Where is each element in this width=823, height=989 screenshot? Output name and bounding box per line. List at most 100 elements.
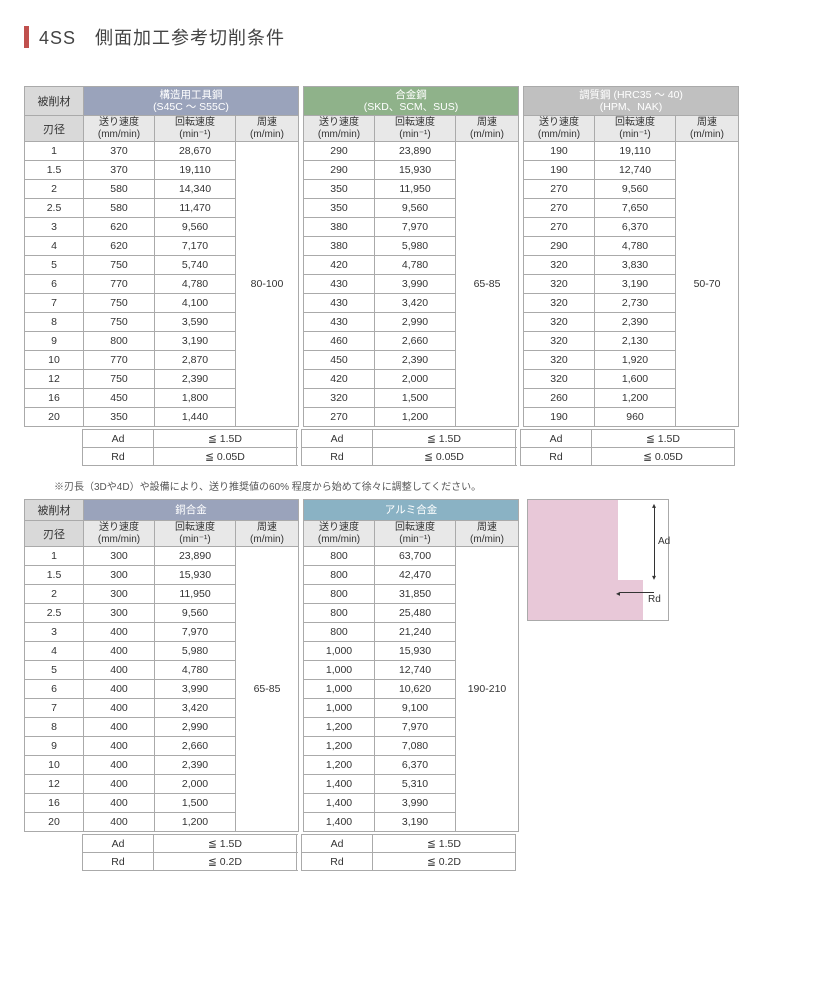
- feed-cell: 400: [84, 661, 155, 680]
- diameter-cell: 12: [25, 370, 84, 389]
- rpm-cell: 5,980: [375, 237, 456, 256]
- rpm-cell: 28,670: [155, 142, 236, 161]
- feed-cell: 300: [84, 547, 155, 566]
- feed-cell: 320: [524, 275, 595, 294]
- diameter-cell: 4: [25, 237, 84, 256]
- feed-cell: 430: [304, 294, 375, 313]
- feed-cell: 400: [84, 737, 155, 756]
- rpm-cell: 3,190: [375, 813, 456, 832]
- rpm-cell: 11,950: [155, 585, 236, 604]
- rpm-cell: 1,800: [155, 389, 236, 408]
- feed-cell: 190: [524, 408, 595, 427]
- rpm-cell: 2,660: [375, 332, 456, 351]
- feed-cell: 320: [524, 351, 595, 370]
- diameter-cell: 2.5: [25, 199, 84, 218]
- feed-cell: 800: [304, 585, 375, 604]
- rpm-cell: 960: [595, 408, 676, 427]
- rpm-cell: 3,990: [155, 680, 236, 699]
- diameter-cell: 16: [25, 794, 84, 813]
- rpm-cell: 11,470: [155, 199, 236, 218]
- feed-cell: 320: [524, 332, 595, 351]
- diameter-cell: 8: [25, 718, 84, 737]
- rpm-cell: 3,190: [155, 332, 236, 351]
- rpm-cell: 1,200: [595, 389, 676, 408]
- rpm-cell: 7,970: [155, 623, 236, 642]
- rpm-cell: 3,830: [595, 256, 676, 275]
- rpm-cell: 6,370: [375, 756, 456, 775]
- feed-cell: 1,000: [304, 642, 375, 661]
- rpm-cell: 2,660: [155, 737, 236, 756]
- feed-cell: 270: [524, 180, 595, 199]
- cutting-table-lower: 被削材銅合金アルミ合金刃径送り速度(mm/min)回転速度(min⁻¹)周速(m…: [24, 499, 519, 871]
- feed-cell: 400: [84, 623, 155, 642]
- rpm-cell: 14,340: [155, 180, 236, 199]
- feed-cell: 1,000: [304, 680, 375, 699]
- feed-cell: 1,400: [304, 775, 375, 794]
- ad-rd-table: Ad≦ 1.5DAd≦ 1.5DRd≦ 0.2DRd≦ 0.2D: [24, 834, 516, 871]
- rpm-cell: 2,000: [155, 775, 236, 794]
- rpm-cell: 6,370: [595, 218, 676, 237]
- rpm-cell: 9,560: [155, 604, 236, 623]
- rpm-cell: 5,980: [155, 642, 236, 661]
- feed-cell: 1,200: [304, 737, 375, 756]
- feed-cell: 400: [84, 794, 155, 813]
- rpm-cell: 9,560: [375, 199, 456, 218]
- rpm-cell: 15,930: [375, 642, 456, 661]
- rpm-cell: 1,500: [155, 794, 236, 813]
- page-title: 4SS 側面加工参考切削条件: [39, 24, 285, 50]
- speed-cell: 65-85: [236, 547, 299, 832]
- feed-cell: 320: [524, 256, 595, 275]
- feed-cell: 400: [84, 813, 155, 832]
- footnote: ※刃長（3Dや4D）や設備により、送り推奨値の60% 程度から始めて徐々に調整し…: [54, 478, 799, 493]
- rpm-cell: 4,780: [375, 256, 456, 275]
- feed-cell: 320: [524, 294, 595, 313]
- diameter-cell: 1.5: [25, 566, 84, 585]
- rpm-cell: 3,990: [375, 794, 456, 813]
- rpm-cell: 2,870: [155, 351, 236, 370]
- feed-cell: 400: [84, 718, 155, 737]
- diameter-cell: 6: [25, 680, 84, 699]
- feed-cell: 420: [304, 256, 375, 275]
- rpm-cell: 2,390: [375, 351, 456, 370]
- rpm-cell: 2,390: [155, 370, 236, 389]
- feed-cell: 750: [84, 313, 155, 332]
- feed-cell: 300: [84, 585, 155, 604]
- diameter-cell: 16: [25, 389, 84, 408]
- rpm-cell: 4,780: [155, 661, 236, 680]
- diameter-cell: 1: [25, 547, 84, 566]
- diameter-cell: 6: [25, 275, 84, 294]
- rpm-cell: 7,650: [595, 199, 676, 218]
- rpm-cell: 2,990: [155, 718, 236, 737]
- feed-cell: 1,000: [304, 661, 375, 680]
- cutting-table-upper: 被削材構造用工具鋼(S45C ～ S55C)合金鋼(SKD、SCM、SUS)調質…: [24, 86, 799, 466]
- feed-cell: 800: [304, 566, 375, 585]
- rpm-cell: 4,100: [155, 294, 236, 313]
- rpm-cell: 1,200: [375, 408, 456, 427]
- feed-cell: 400: [84, 699, 155, 718]
- rpm-cell: 9,100: [375, 699, 456, 718]
- diameter-cell: 4: [25, 642, 84, 661]
- feed-cell: 580: [84, 180, 155, 199]
- feed-cell: 1,200: [304, 718, 375, 737]
- rpm-cell: 3,420: [155, 699, 236, 718]
- rpm-cell: 23,890: [375, 142, 456, 161]
- rpm-cell: 3,990: [375, 275, 456, 294]
- diameter-cell: 5: [25, 256, 84, 275]
- rpm-cell: 2,990: [375, 313, 456, 332]
- feed-cell: 350: [304, 180, 375, 199]
- rpm-cell: 11,950: [375, 180, 456, 199]
- feed-cell: 800: [304, 623, 375, 642]
- feed-cell: 400: [84, 775, 155, 794]
- rpm-cell: 2,000: [375, 370, 456, 389]
- diameter-cell: 5: [25, 661, 84, 680]
- rpm-cell: 2,130: [595, 332, 676, 351]
- feed-cell: 270: [524, 199, 595, 218]
- speed-cell: 80-100: [236, 142, 299, 427]
- diameter-cell: 2.5: [25, 604, 84, 623]
- rpm-cell: 4,780: [155, 275, 236, 294]
- feed-cell: 800: [304, 547, 375, 566]
- diameter-cell: 1.5: [25, 161, 84, 180]
- feed-cell: 290: [304, 142, 375, 161]
- feed-cell: 620: [84, 237, 155, 256]
- diagram-ad-label: Ad: [658, 536, 670, 547]
